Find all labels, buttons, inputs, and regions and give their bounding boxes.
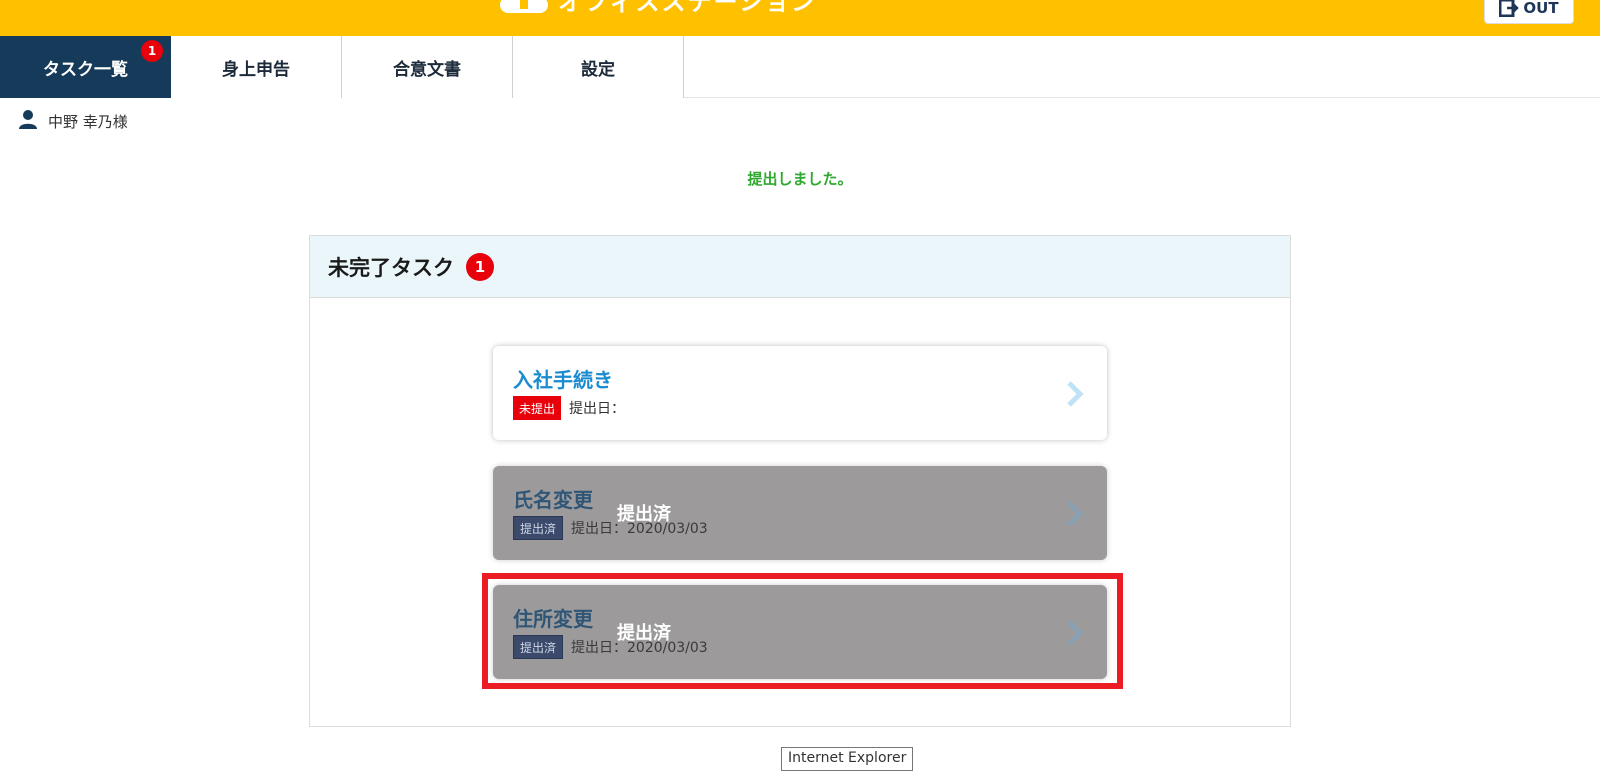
task-card-name-change[interactable]: 氏名変更 提出済 提出済 提出日：2020/03/03 <box>493 466 1107 560</box>
person-icon <box>18 109 38 133</box>
submission-date: 提出日： <box>569 401 626 417</box>
tab-agreement-documents[interactable]: 合意文書 <box>342 36 513 98</box>
task-title: 入社手続き <box>513 368 613 392</box>
tab-notification-badge: 1 <box>141 40 163 62</box>
tab-label: 合意文書 <box>393 59 461 80</box>
logout-label: OUT <box>1523 0 1559 17</box>
task-meta: 提出済 提出日：2020/03/03 <box>513 516 708 540</box>
task-card-onboarding[interactable]: 入社手続き 未提出 提出日： <box>493 346 1107 440</box>
submission-date: 提出日：2020/03/03 <box>571 521 708 537</box>
success-message: 提出しました。 <box>747 170 853 188</box>
panel-title: 未完了タスク <box>328 255 454 280</box>
panel-header: 未完了タスク 1 <box>310 236 1290 298</box>
task-title: 氏名変更 <box>513 488 593 512</box>
brand: オフィスステーション <box>500 0 817 14</box>
tooltip: Internet Explorer <box>781 747 914 771</box>
status-badge: 未提出 <box>513 396 562 420</box>
task-meta: 未提出 提出日： <box>513 396 625 420</box>
brand-logo-icon <box>500 0 548 13</box>
status-badge: 提出済 <box>513 516 564 540</box>
tab-label: タスク一覧 <box>43 59 128 80</box>
chevron-right-icon <box>1063 500 1087 528</box>
user-name: 中野 幸乃様 <box>48 112 128 131</box>
chevron-right-icon <box>1063 380 1087 408</box>
tab-label: 設定 <box>581 59 615 80</box>
main-nav: タスク一覧 1 身上申告 合意文書 設定 <box>0 36 1600 98</box>
logout-button[interactable]: OUT <box>1484 0 1574 24</box>
task-count-badge: 1 <box>466 252 494 281</box>
top-bar: オフィスステーション OUT <box>0 0 1600 36</box>
highlight-frame <box>482 573 1123 689</box>
logout-icon <box>1499 0 1520 17</box>
user-info: 中野 幸乃様 <box>18 109 128 133</box>
tab-personal-declaration[interactable]: 身上申告 <box>171 36 342 98</box>
tab-label: 身上申告 <box>222 59 290 80</box>
brand-name: オフィスステーション <box>558 0 818 16</box>
tab-settings[interactable]: 設定 <box>513 36 684 98</box>
tab-task-list[interactable]: タスク一覧 1 <box>0 36 171 98</box>
